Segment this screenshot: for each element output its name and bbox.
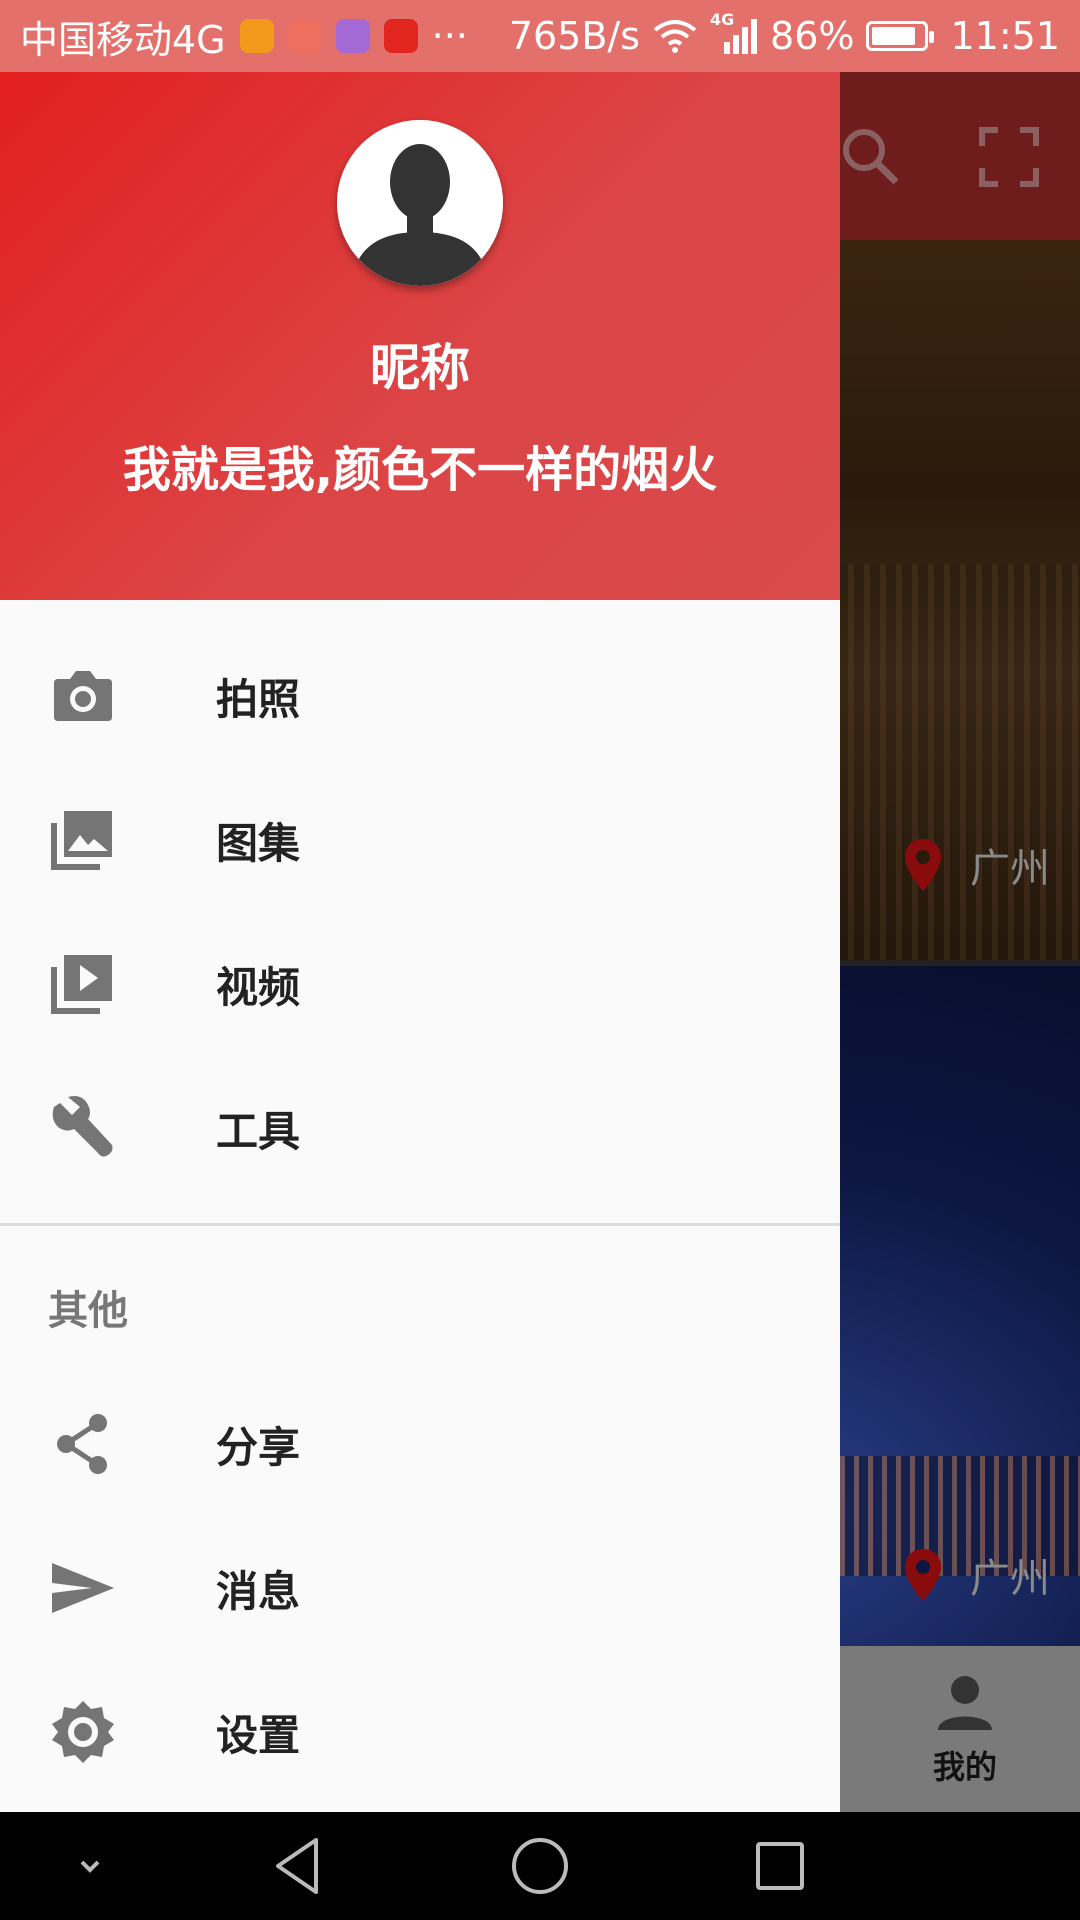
gallery-app-icon	[335, 19, 370, 53]
drawer-header: 昵称 我就是我,颜色不一样的烟火	[0, 72, 840, 600]
status-left: 中国移动4G ···	[20, 9, 468, 64]
fullscreen-icon[interactable]	[974, 122, 1044, 192]
location-label: 广州	[902, 836, 1050, 894]
carrier-text: 中国移动4G	[20, 17, 226, 62]
location-text: 广州	[970, 1556, 1050, 1602]
menu-item-video[interactable]: 视频	[0, 912, 840, 1056]
location-label: 广州	[902, 1546, 1050, 1604]
recents-icon[interactable]	[748, 1834, 812, 1898]
video-library-icon	[50, 951, 116, 1017]
menu-item-share[interactable]: 分享	[0, 1372, 840, 1516]
menu-item-label: 拍照	[216, 674, 301, 724]
menu-item-settings[interactable]: 设置	[0, 1660, 840, 1804]
settings-icon	[50, 1699, 116, 1765]
health-app-icon	[239, 19, 274, 53]
collapse-icon[interactable]	[58, 1834, 122, 1898]
battery-icon	[866, 21, 935, 51]
gallery-icon	[50, 807, 116, 873]
menu-item-label: 图集	[216, 818, 301, 868]
section-header-other: 其他	[48, 1288, 128, 1334]
location-pin-icon	[905, 839, 941, 891]
send-icon	[50, 1555, 116, 1621]
menu-item-label: 消息	[216, 1566, 301, 1616]
status-bar: 中国移动4G ··· 765B/s 4G 86% 11:51	[0, 0, 1080, 72]
home-icon[interactable]	[508, 1834, 572, 1898]
menu-item-label: 设置	[216, 1710, 301, 1760]
back-icon[interactable]	[268, 1834, 332, 1898]
net-speed-text: 765B/s	[508, 14, 641, 58]
location-text: 广州	[970, 846, 1050, 892]
location-pin-icon	[905, 1549, 941, 1601]
battery-percent-text: 86%	[770, 14, 855, 58]
wrench-icon	[50, 1095, 116, 1161]
system-nav-bar	[0, 1812, 1080, 1920]
signature: 我就是我,颜色不一样的烟火	[122, 442, 718, 498]
menu-item-label: 视频	[216, 962, 301, 1012]
nav-tab-mine-label: 我的	[932, 1748, 997, 1786]
default-avatar-icon	[337, 120, 503, 286]
huawei-app-icon	[383, 19, 418, 53]
menu-item-gallery[interactable]: 图集	[0, 768, 840, 912]
status-right: 765B/s 4G 86% 11:51	[508, 10, 1060, 58]
signal-icon: 4G	[710, 10, 758, 56]
nav-tab-mine[interactable]: 我的	[910, 1668, 1020, 1788]
clock-text: 11:51	[950, 14, 1060, 58]
menu-item-messages[interactable]: 消息	[0, 1516, 840, 1660]
menu-divider	[0, 1223, 840, 1226]
nickname[interactable]: 昵称	[0, 328, 840, 400]
menu-item-camera[interactable]: 拍照	[0, 624, 840, 768]
battery-fill	[872, 27, 916, 45]
mail-app-icon	[287, 19, 322, 53]
more-notifications-icon: ···	[431, 14, 468, 58]
menu-item-tools[interactable]: 工具	[0, 1056, 840, 1200]
menu-item-label: 工具	[216, 1106, 301, 1156]
share-icon	[50, 1411, 116, 1477]
avatar[interactable]	[337, 120, 503, 286]
camera-icon	[50, 663, 116, 729]
navigation-drawer: 昵称 我就是我,颜色不一样的烟火 拍照 图集 视频 工具 其他 分享 消息 设置	[0, 72, 840, 1812]
search-icon[interactable]	[836, 122, 906, 192]
wifi-icon	[653, 20, 697, 53]
menu-item-label: 分享	[216, 1422, 301, 1472]
person-icon	[938, 1676, 992, 1730]
